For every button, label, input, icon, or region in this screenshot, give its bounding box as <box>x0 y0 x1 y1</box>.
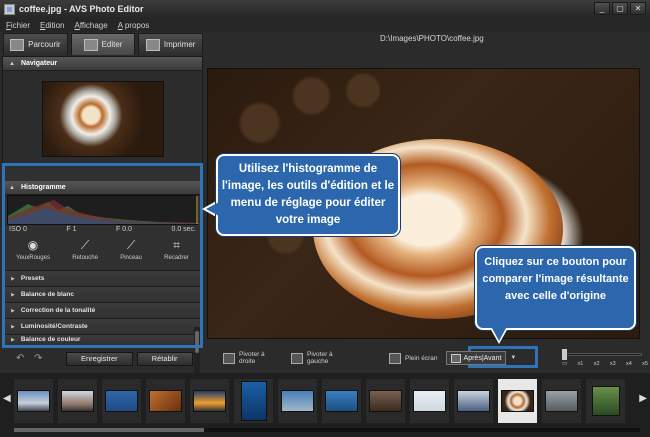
menu-fichier[interactable]: Fichier <box>6 21 30 30</box>
thumbnail[interactable] <box>146 379 185 423</box>
mode-tabs: Parcourir Editer Imprimer <box>3 33 204 56</box>
undo-icon[interactable]: ↶ <box>16 353 30 364</box>
reset-button[interactable]: Rétablir <box>136 351 193 366</box>
printer-icon <box>145 38 160 51</box>
collapse-arrow-icon: ▲ <box>9 60 15 67</box>
zoom-x5[interactable]: x5 <box>642 361 648 367</box>
histogram-highlight-frame <box>2 163 203 348</box>
callout-pointer-fill <box>492 328 506 341</box>
thumbnail-list <box>14 379 625 423</box>
thumbnail-image <box>591 386 620 416</box>
zoom-slider[interactable]: ▭ x1 x2 x3 x4 x5 <box>562 349 648 369</box>
thumbnail-image <box>240 381 267 421</box>
zoom-x3[interactable]: x3 <box>610 361 616 367</box>
menu-affichage[interactable]: Affichage <box>74 21 107 30</box>
view-toolbar: Pivoter à droite Pivoter à gauche Plein … <box>207 346 650 370</box>
fullscreen-label: Plein écran <box>405 354 438 362</box>
tab-label: Editer <box>101 40 123 49</box>
rotate-left-label: Pivoter à gauche <box>307 351 333 365</box>
thumbnail-image <box>457 390 490 412</box>
thumbnail-image <box>325 390 358 412</box>
thumbnail-image <box>369 390 402 412</box>
thumbnail-image <box>61 390 94 412</box>
thumbnail-image <box>149 390 182 412</box>
tab-parcourir[interactable]: Parcourir <box>3 33 68 55</box>
file-path: D:\Images\PHOTO\coffee.jpg <box>380 34 484 43</box>
zoom-scale: ▭ x1 x2 x3 x4 x5 <box>562 361 648 367</box>
scroll-right-icon[interactable]: ▶ <box>639 393 647 404</box>
rotate-right-icon <box>223 352 235 364</box>
compare-label: Après|Avant <box>463 354 502 362</box>
thumbnail-image <box>105 390 138 412</box>
edit-icon <box>83 38 98 51</box>
save-button[interactable]: Enregistrer <box>66 351 133 366</box>
thumbnail-image <box>413 390 446 412</box>
zoom-x4[interactable]: x4 <box>626 361 632 367</box>
thumbnail-image <box>281 390 314 412</box>
compare-callout: Cliquez sur ce bouton pour comparer l'im… <box>475 246 636 330</box>
navigator-header[interactable]: ▲ Navigateur <box>3 57 202 71</box>
folder-icon <box>10 38 25 51</box>
app-icon <box>4 3 15 15</box>
compare-button[interactable]: Après|Avant <box>445 351 507 365</box>
title-bar: coffee.jpg - AVS Photo Editor _ ▢ ✕ <box>0 0 650 18</box>
navigator-title: Navigateur <box>20 60 58 67</box>
thumbnail[interactable] <box>58 379 97 423</box>
redo-icon[interactable]: ↷ <box>34 353 48 364</box>
thumbnail-image <box>501 390 534 412</box>
thumbnail-selected[interactable] <box>498 379 537 423</box>
thumbnail[interactable] <box>14 379 53 423</box>
close-button[interactable]: ✕ <box>630 2 646 15</box>
fullscreen-icon <box>389 352 401 364</box>
navigator-area <box>3 71 202 167</box>
menu-apropos[interactable]: A propos <box>118 21 150 30</box>
thumbnail[interactable] <box>278 379 317 423</box>
thumbnail[interactable] <box>322 379 361 423</box>
tab-label: Parcourir <box>28 40 61 49</box>
chevron-down-icon[interactable]: ▼ <box>510 355 516 361</box>
tab-label: Imprimer <box>163 40 196 49</box>
thumbnail[interactable] <box>410 379 449 423</box>
scroll-left-icon[interactable]: ◀ <box>3 393 11 404</box>
window-controls: _ ▢ ✕ <box>594 2 646 15</box>
rotate-left-button[interactable]: Pivoter à gauche <box>291 351 345 365</box>
histogram-callout: Utilisez l'histogramme de l'image, les o… <box>216 154 400 236</box>
thumbnail[interactable] <box>234 379 273 423</box>
tab-imprimer[interactable]: Imprimer <box>138 33 204 55</box>
thumbnail[interactable] <box>190 379 229 423</box>
window-title: coffee.jpg - AVS Photo Editor <box>19 4 144 14</box>
rotate-right-button[interactable]: Pivoter à droite <box>223 351 277 365</box>
thumbnail[interactable] <box>366 379 405 423</box>
rotate-right-label: Pivoter à droite <box>239 351 265 365</box>
zoom-track[interactable] <box>562 353 642 356</box>
thumbnail[interactable] <box>454 379 493 423</box>
zoom-fit-icon[interactable]: ▭ <box>562 361 567 367</box>
minimize-button[interactable]: _ <box>594 2 610 15</box>
split-view-icon <box>450 353 461 363</box>
thumbnail[interactable] <box>542 379 581 423</box>
navigator-thumbnail[interactable] <box>41 81 164 157</box>
thumbnail[interactable] <box>102 379 141 423</box>
fullscreen-button[interactable]: Plein écran <box>389 352 438 364</box>
zoom-handle[interactable] <box>562 349 567 360</box>
menu-bar: Fichier Edition Affichage A propos <box>0 18 650 32</box>
maximize-button[interactable]: ▢ <box>612 2 628 15</box>
filmstrip: ◀ ▶ <box>0 373 650 437</box>
tab-editer[interactable]: Editer <box>70 33 136 55</box>
thumbnail-image <box>545 390 578 412</box>
action-bar: ↶ ↷ Enregistrer Rétablir <box>2 350 203 367</box>
thumbnail[interactable] <box>586 379 625 423</box>
thumbnail-image <box>193 390 226 412</box>
zoom-x2[interactable]: x2 <box>594 361 600 367</box>
menu-edition[interactable]: Edition <box>40 21 64 30</box>
rotate-left-icon <box>291 352 303 364</box>
zoom-x1[interactable]: x1 <box>578 361 584 367</box>
thumbnail-image <box>17 390 50 412</box>
callout-pointer-fill <box>206 202 219 216</box>
filmstrip-scrollbar[interactable] <box>14 428 640 432</box>
